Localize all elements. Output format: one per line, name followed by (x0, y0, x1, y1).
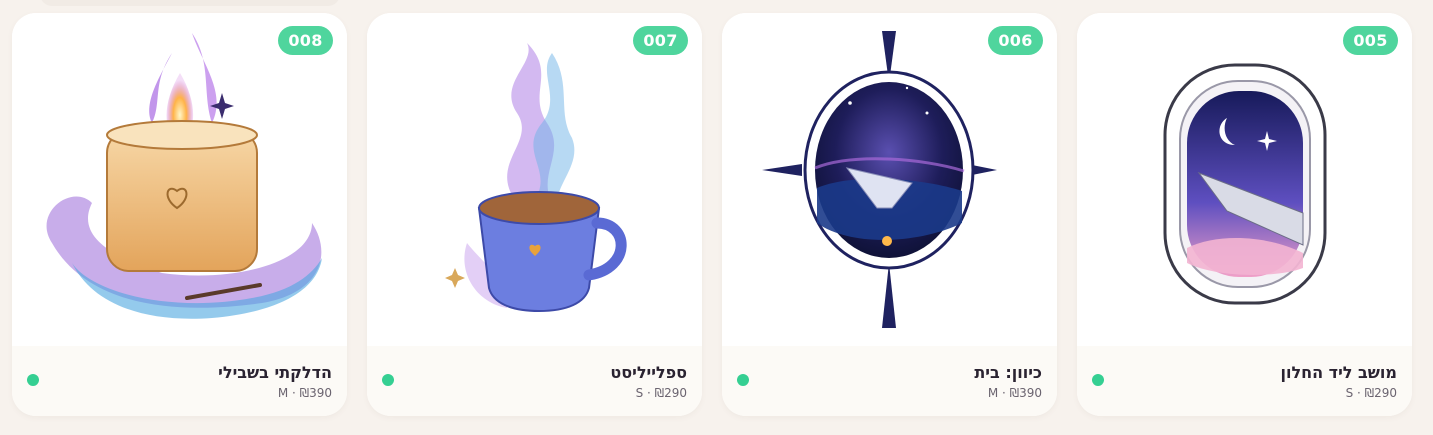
product-code-badge: 007 (633, 26, 688, 55)
candle-icon (46, 33, 322, 319)
availability-dot (27, 374, 39, 386)
product-info: ספלייליסט S · ₪290 (367, 346, 702, 416)
availability-dot (382, 374, 394, 386)
product-price-size: S · ₪290 (1345, 386, 1397, 400)
product-card-candle[interactable]: 008 הדלקתי בשבילי M · ₪390 (12, 13, 347, 416)
product-code-badge: 006 (988, 26, 1043, 55)
product-price-size: M · ₪390 (277, 386, 332, 400)
product-card-compass[interactable]: 006 כיוון: בית M · ₪390 (722, 13, 1057, 416)
product-info: כיוון: בית M · ₪390 (722, 346, 1057, 416)
product-code-badge: 005 (1343, 26, 1398, 55)
product-title[interactable]: כיוון: בית (974, 363, 1042, 382)
compass-icon (762, 31, 997, 328)
product-info: הדלקתי בשבילי M · ₪390 (12, 346, 347, 416)
airplane-window-icon (1163, 63, 1327, 305)
product-code-badge: 008 (278, 26, 333, 55)
top-tab-edge (40, 0, 340, 6)
product-card-mug[interactable]: 007 ספלייליסט S · ₪290 (367, 13, 702, 416)
product-image (1077, 13, 1412, 346)
product-title[interactable]: מושב ליד החלון (1280, 363, 1397, 382)
product-price-size: M · ₪390 (987, 386, 1042, 400)
product-title[interactable]: הדלקתי בשבילי (218, 363, 332, 382)
availability-dot (737, 374, 749, 386)
product-price-size: S · ₪290 (635, 386, 687, 400)
product-image (12, 13, 347, 346)
product-card-window[interactable]: 005 מושב ליד החלון S · ₪290 (1077, 13, 1412, 416)
availability-dot (1092, 374, 1104, 386)
mug-icon (445, 43, 627, 313)
product-info: מושב ליד החלון S · ₪290 (1077, 346, 1412, 416)
product-title[interactable]: ספלייליסט (610, 363, 687, 382)
product-image (367, 13, 702, 346)
product-image (722, 13, 1057, 346)
